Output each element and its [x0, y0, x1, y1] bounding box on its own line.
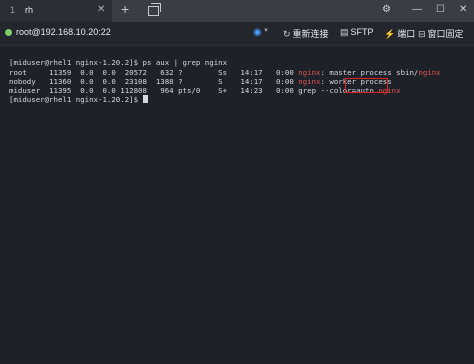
close-tab-icon[interactable]: ✕: [97, 4, 105, 15]
tab-number: 1: [10, 5, 16, 15]
process-info: miduser 11395 0.0 0.0 112808 964 pts/0 S…: [9, 86, 379, 95]
session-tab[interactable]: 1 rh ✕: [0, 0, 112, 22]
maximize-icon[interactable]: ☐: [436, 4, 445, 15]
process-info: nobody 11360 0.0 0.0 23108 1388 ? S 14:1…: [9, 77, 299, 86]
settings-gear-icon[interactable]: ⚙: [382, 4, 391, 15]
port-button[interactable]: ⚡ 端口: [384, 27, 415, 40]
port-label: 端口: [397, 29, 416, 39]
plug-icon: ⚡: [384, 29, 396, 39]
text-cursor: [142, 95, 148, 103]
host-address: root@192.168.10.20:22: [16, 27, 111, 37]
match-highlight: nginx: [298, 68, 321, 77]
pin-window-label: 窗口固定: [427, 29, 464, 39]
add-tab-icon[interactable]: +: [121, 1, 129, 17]
tab-title: rh: [25, 5, 34, 15]
terminal-line: miduser 11395 0.0 0.0 112808 964 pts/0 S…: [9, 86, 401, 95]
terminal-line: [miduser@rhel1 nginx-1.20.2]$ ps aux | g…: [9, 58, 227, 67]
shell-prompt: [miduser@rhel1 nginx-1.20.2]$: [9, 58, 143, 67]
terminal-line: root 11359 0.0 0.0 20572 632 ? Ss 14:17 …: [9, 68, 441, 77]
process-desc: : master process sbin/: [320, 68, 419, 77]
pin-window-button[interactable]: ⊟ 窗口固定: [418, 27, 464, 40]
chevron-down-icon[interactable]: ▼: [263, 28, 269, 34]
terminal-line: nobody 11360 0.0 0.0 23108 1388 ? S 14:1…: [9, 77, 392, 86]
terminal-line: [miduser@rhel1 nginx-1.20.2]$: [9, 95, 148, 104]
pin-window-icon: ⊟: [418, 29, 426, 39]
process-info: root 11359 0.0 0.0 20572 632 ? Ss 14:17 …: [9, 68, 299, 77]
minimize-icon[interactable]: —: [412, 4, 422, 15]
shell-prompt: [miduser@rhel1 nginx-1.20.2]$: [9, 95, 143, 104]
sftp-label: SFTP: [350, 27, 374, 37]
match-highlight: nginx: [298, 77, 321, 86]
match-highlight: nginx: [418, 68, 441, 77]
folder-icon: ▤: [340, 27, 349, 37]
connection-status-icon: [5, 29, 12, 36]
tab-bar: 1 rh ✕ + ⚙ — ☐ ✕: [0, 0, 474, 22]
annotation-box: [345, 78, 388, 93]
reconnect-label: 重新连接: [292, 29, 329, 39]
close-window-icon[interactable]: ✕: [459, 4, 467, 15]
refresh-icon: ↻: [283, 29, 291, 39]
sftp-button[interactable]: ▤ SFTP: [340, 27, 374, 38]
duplicate-tab-icon[interactable]: [148, 3, 161, 16]
terminal-output[interactable]: [miduser@rhel1 nginx-1.20.2]$ ps aux | g…: [0, 46, 474, 364]
reconnect-button[interactable]: ↻ 重新连接: [283, 27, 329, 40]
session-toolbar: root@192.168.10.20:22 ◉ ▼ ↻ 重新连接 ▤ SFTP ⚡ 端…: [0, 22, 474, 46]
command-text: ps aux | grep nginx: [142, 58, 228, 67]
location-pin-icon[interactable]: ◉: [253, 27, 262, 38]
